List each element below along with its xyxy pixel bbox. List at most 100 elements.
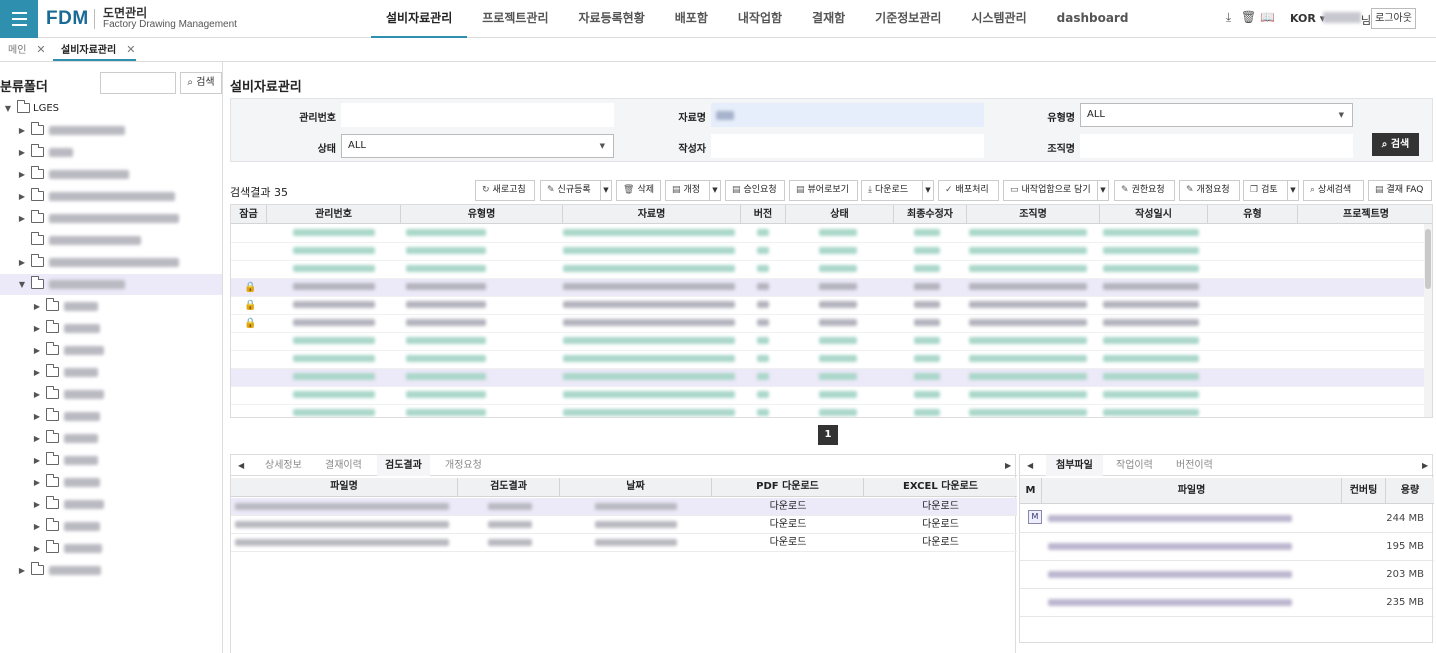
viewer-button[interactable]: ▤ 뷰어로보기 <box>789 180 858 201</box>
type-name-select[interactable]: ALL ▼ <box>1080 103 1353 127</box>
list-item[interactable]: 195 MB <box>1020 533 1434 561</box>
col-converting[interactable]: 컨버팅 <box>1342 478 1386 504</box>
revision-request-button[interactable]: ✎ 개정요청 <box>1179 180 1240 201</box>
table-row[interactable]: 🔒 <box>231 297 1426 315</box>
list-item[interactable]: 203 MB <box>1020 561 1434 589</box>
chevron-down-icon[interactable]: ▼ <box>17 274 27 295</box>
tree-node[interactable]: ▶ <box>0 494 222 515</box>
tree-node[interactable]: ▶ <box>0 472 222 493</box>
table-row[interactable] <box>231 369 1426 387</box>
list-item[interactable]: 235 MB <box>1020 589 1434 617</box>
tree-node-root[interactable]: ▼ LGES <box>0 98 222 119</box>
chevron-right-icon[interactable]: ▶ <box>1422 455 1428 476</box>
menu-icon[interactable] <box>0 0 38 38</box>
logout-button[interactable]: 로그아웃 <box>1371 8 1416 29</box>
tab-main[interactable]: 메인 ✕ <box>8 38 46 62</box>
org-name-input[interactable] <box>1080 134 1353 158</box>
tree-node[interactable]: ▶ <box>0 538 222 559</box>
col-mgmt-no[interactable]: 관리번호 <box>267 205 401 224</box>
nav-projects[interactable]: 프로젝트관리 <box>467 0 563 38</box>
table-row[interactable] <box>231 351 1426 369</box>
col-date[interactable]: 날짜 <box>560 478 712 496</box>
scrollbar-thumb[interactable] <box>1425 229 1431 289</box>
table-row[interactable] <box>231 261 1426 279</box>
chevron-right-icon[interactable]: ▶ <box>32 516 42 537</box>
nav-dashboard[interactable]: dashboard <box>1042 0 1144 38</box>
chevron-right-icon[interactable]: ▶ <box>32 318 42 339</box>
download-button[interactable]: ⤓ 다운로드 <box>861 180 923 201</box>
search-button[interactable]: ⌕ 검색 <box>1372 133 1419 156</box>
col-project-name[interactable]: 프로젝트명 <box>1298 205 1432 224</box>
trash-icon[interactable]: 🗑 <box>1241 11 1256 24</box>
col-check-result[interactable]: 검도결과 <box>458 478 560 496</box>
nav-registration-status[interactable]: 자료등록현황 <box>564 0 660 38</box>
tree-node[interactable]: ▶ <box>0 208 222 229</box>
table-row[interactable]: 다운로드 다운로드 <box>231 534 1017 552</box>
list-item[interactable]: M 244 MB <box>1020 505 1434 533</box>
tree-node[interactable]: ▶ <box>0 120 222 141</box>
tree-node[interactable]: ▶ <box>0 340 222 361</box>
table-row[interactable] <box>231 387 1426 405</box>
advanced-search-button[interactable]: ⌕ 상세검색 <box>1303 180 1364 201</box>
table-row[interactable] <box>231 225 1426 243</box>
chevron-right-icon[interactable]: ▶ <box>32 384 42 405</box>
book-icon[interactable]: 📖 <box>1260 11 1275 24</box>
chevron-right-icon[interactable]: ▶ <box>32 428 42 449</box>
table-row[interactable]: 다운로드 다운로드 <box>231 498 1017 516</box>
tree-node[interactable]: ▶ <box>0 428 222 449</box>
tab-version-history[interactable]: 버전이력 <box>1176 455 1213 476</box>
language-select[interactable]: KOR ▾ <box>1290 12 1325 25</box>
chevron-left-icon[interactable]: ◀ <box>238 455 244 476</box>
col-file-name[interactable]: 파일명 <box>1042 478 1342 504</box>
chevron-down-icon[interactable]: ▼ <box>3 98 13 119</box>
mgmt-no-input[interactable] <box>341 103 614 127</box>
chevron-right-icon[interactable]: ▶ <box>32 450 42 471</box>
col-created-at[interactable]: 작성일시 <box>1100 205 1208 224</box>
grid-scrollbar[interactable] <box>1424 224 1432 417</box>
tree-node[interactable] <box>0 230 222 251</box>
nav-master-data[interactable]: 기준정보관리 <box>860 0 956 38</box>
col-status[interactable]: 상태 <box>786 205 894 224</box>
approval-request-button[interactable]: ▤ 승인요청 <box>725 180 785 201</box>
tab-drawing-check-result[interactable]: 검도결과 <box>377 455 430 476</box>
tab-revision-request[interactable]: 개정요청 <box>445 455 482 476</box>
tab-approval-history[interactable]: 결재이력 <box>325 455 362 476</box>
review-dropdown[interactable]: ▼ <box>1288 180 1299 201</box>
table-row[interactable]: 다운로드 다운로드 <box>231 516 1017 534</box>
tree-node[interactable]: ▶ <box>0 560 222 581</box>
nav-system[interactable]: 시스템관리 <box>956 0 1041 38</box>
chevron-right-icon[interactable]: ▶ <box>32 362 42 383</box>
col-doc-name[interactable]: 자료명 <box>563 205 741 224</box>
excel-download-link[interactable]: 다운로드 <box>864 534 1017 552</box>
col-lock[interactable]: 잠금 <box>231 205 267 224</box>
pdf-download-link[interactable]: 다운로드 <box>712 516 864 534</box>
tree-node-selected[interactable]: ▼ <box>0 274 222 295</box>
nav-equipment-docs[interactable]: 설비자료관리 <box>371 0 468 38</box>
col-excel-download[interactable]: EXCEL 다운로드 <box>864 478 1017 496</box>
download-dropdown[interactable]: ▼ <box>923 180 934 201</box>
nav-approvals[interactable]: 결재함 <box>797 0 860 38</box>
new-register-dropdown[interactable]: ▼ <box>601 180 612 201</box>
table-row[interactable] <box>231 333 1426 351</box>
chevron-left-icon[interactable]: ◀ <box>1027 455 1033 476</box>
status-select[interactable]: ALL ▼ <box>341 134 614 158</box>
revise-button[interactable]: ▤ 개정 <box>665 180 710 201</box>
chevron-right-icon[interactable]: ▶ <box>17 164 27 185</box>
folder-search-input[interactable] <box>100 72 176 94</box>
add-to-tasks-button[interactable]: ▭ 내작업함으로 담기 <box>1003 180 1098 201</box>
chevron-right-icon[interactable]: ▶ <box>17 252 27 273</box>
tree-node[interactable]: ▶ <box>0 164 222 185</box>
chevron-right-icon[interactable]: ▶ <box>17 560 27 581</box>
col-size[interactable]: 용량 <box>1386 478 1434 504</box>
table-row[interactable] <box>231 405 1426 417</box>
close-icon[interactable]: ✕ <box>36 43 45 56</box>
col-type-name[interactable]: 유형명 <box>401 205 563 224</box>
doc-name-input[interactable] <box>711 103 984 127</box>
delete-button[interactable]: 🗑 삭제 <box>616 180 661 201</box>
chevron-right-icon[interactable]: ▶ <box>17 208 27 229</box>
tree-node[interactable]: ▶ <box>0 296 222 317</box>
new-register-button[interactable]: ✎ 신규등록 <box>540 180 601 201</box>
author-input[interactable] <box>711 134 984 158</box>
folder-search-button[interactable]: ⌕ 검색 <box>180 72 222 94</box>
tab-detail-info[interactable]: 상세정보 <box>265 455 302 476</box>
